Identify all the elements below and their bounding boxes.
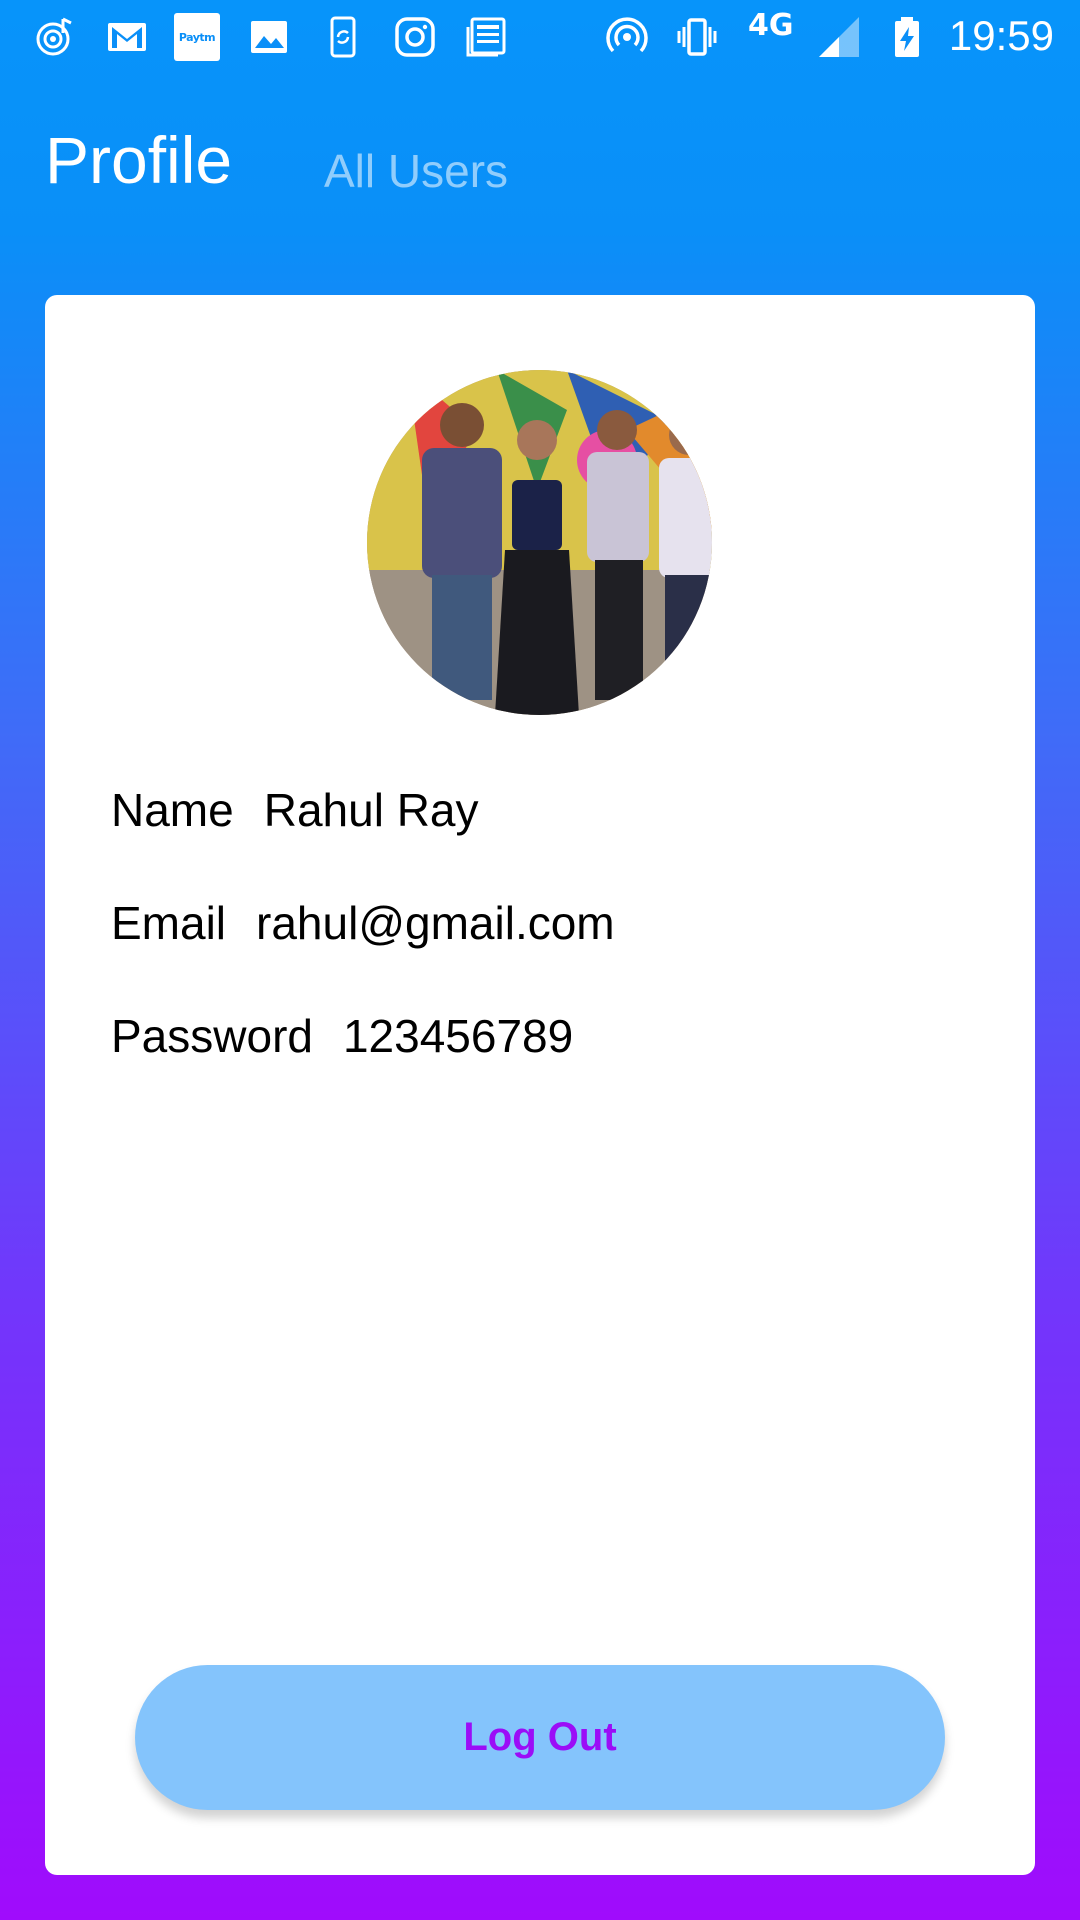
hotspot-icon (604, 14, 650, 60)
instagram-icon (392, 14, 438, 60)
tab-bar: Profile All Users (0, 112, 1080, 222)
tab-all-users[interactable]: All Users (324, 144, 508, 198)
paytm-icon: Paytm (174, 13, 220, 61)
avatar-photo (367, 370, 712, 715)
profile-card: Name Rahul Ray Email rahul@gmail.com Passw… (45, 295, 1035, 1875)
status-bar: Paytm 4G 19:59 (0, 0, 1080, 72)
name-value: Rahul Ray (263, 784, 479, 836)
phone-sync-icon (320, 14, 366, 60)
name-label: Name (111, 784, 234, 836)
name-row: Name Rahul Ray (111, 783, 479, 837)
gallery-icon (246, 14, 292, 60)
logout-button-label: Log Out (463, 1715, 617, 1759)
vibrate-icon (674, 14, 720, 60)
password-row: Password 123456789 (111, 1009, 573, 1063)
signal-icon (816, 14, 862, 60)
logout-button[interactable]: Log Out (135, 1665, 945, 1810)
password-value: 123456789 (342, 1010, 574, 1062)
paytm-text: Paytm (174, 13, 220, 61)
status-time: 19:59 (948, 12, 1054, 59)
news-icon (463, 14, 509, 60)
network-type: 4G (748, 8, 794, 43)
profile-avatar (367, 370, 712, 715)
email-value: rahul@gmail.com (256, 897, 615, 949)
tab-profile[interactable]: Profile (45, 122, 232, 198)
music-notification-icon (32, 14, 78, 60)
email-row: Email rahul@gmail.com (111, 896, 615, 950)
password-label: Password (111, 1010, 313, 1062)
email-label: Email (111, 897, 227, 949)
gmail-icon (104, 14, 150, 60)
battery-charging-icon (884, 14, 930, 60)
